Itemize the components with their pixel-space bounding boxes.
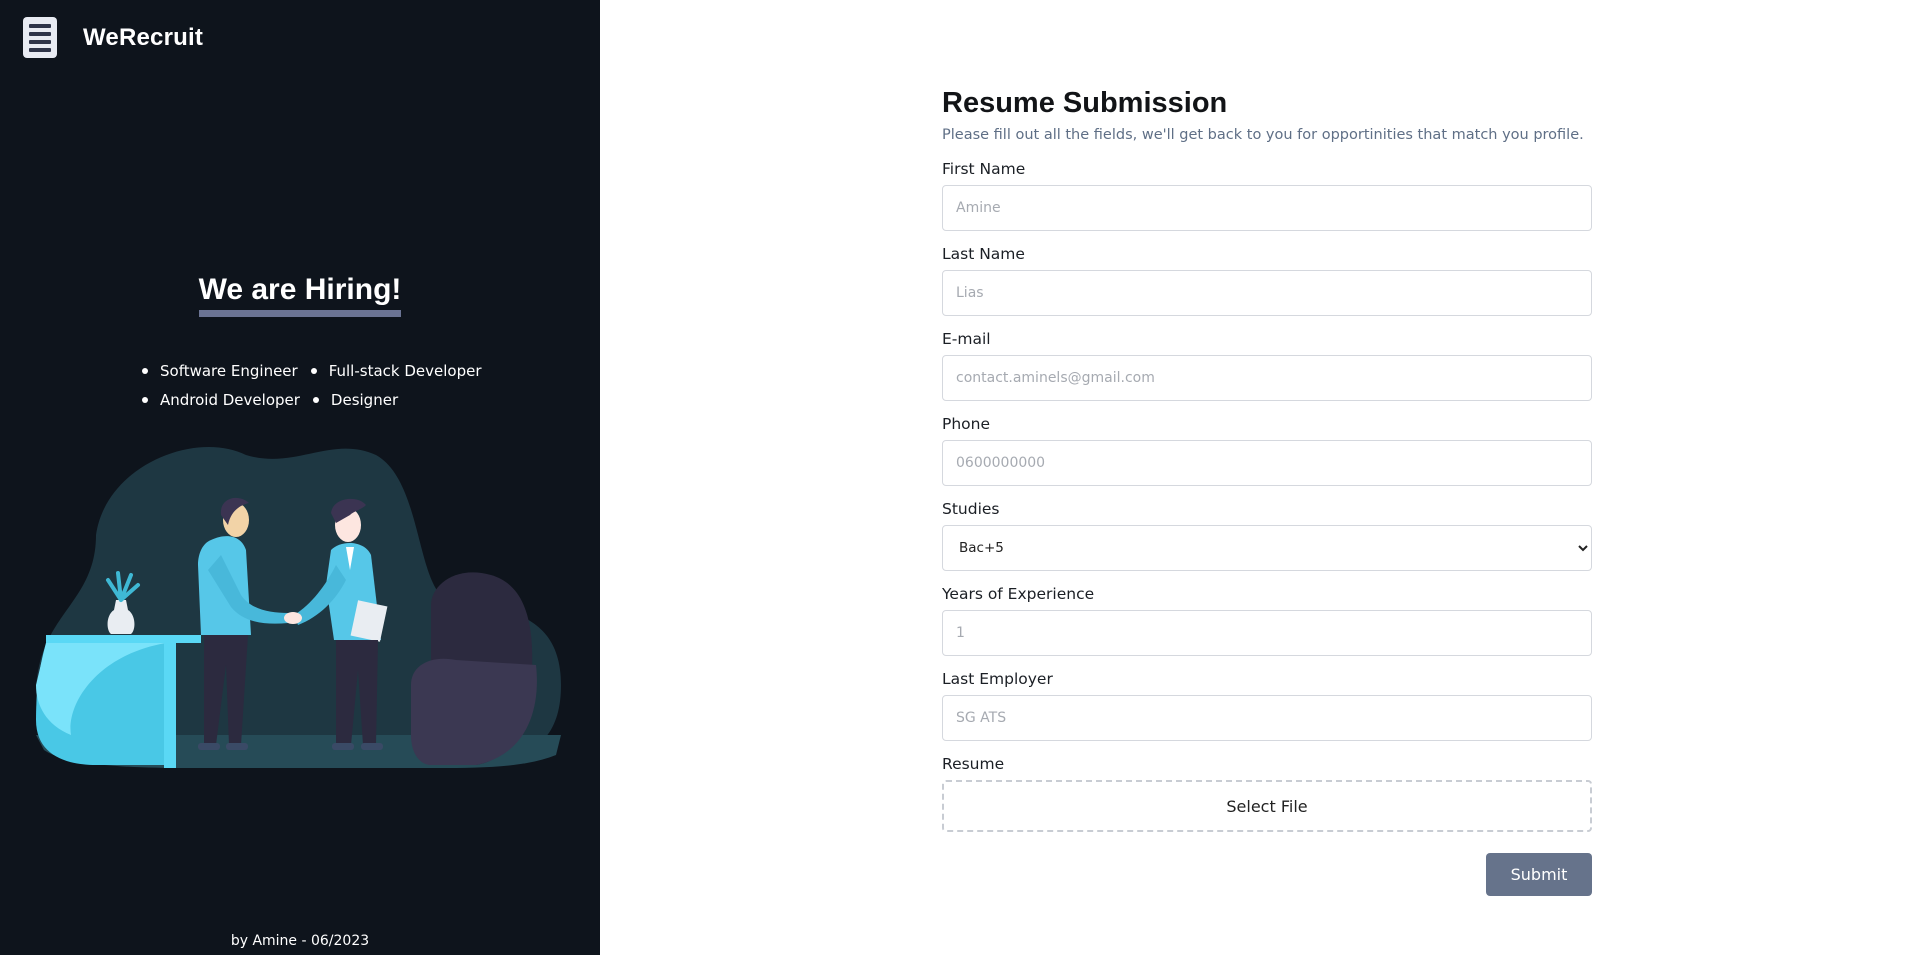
resume-form: Resume Submission Please fill out all th… [942,86,1592,896]
last-name-label: Last Name [942,245,1025,263]
submit-button[interactable]: Submit [1486,853,1592,896]
handshake-hands [284,612,302,624]
studies-select[interactable]: Bac+5 [942,525,1592,571]
hiring-heading: We are Hiring! [0,272,600,317]
role-item: Designer [313,390,398,410]
form-subtitle: Please fill out all the fields, we'll ge… [942,127,1584,143]
experience-label: Years of Experience [942,585,1095,603]
footer-credit: by Amine - 06/2023 [230,933,370,949]
page-title: Resume Submission [942,87,1228,119]
phone-input[interactable] [942,440,1592,486]
brand-name: WeRecruit [83,23,204,51]
role-item: Software Engineer [142,361,298,381]
employer-input[interactable] [942,695,1592,741]
role-item: Full-stack Developer [311,361,482,381]
first-name-input[interactable] [942,185,1592,231]
hiring-title: We are Hiring! [198,272,402,317]
resume-file-dropzone[interactable]: Select File [942,780,1592,832]
document-lines-icon [23,17,57,58]
email-input[interactable] [942,355,1592,401]
brand[interactable]: WeRecruit [23,17,203,58]
roles-list: Software Engineer Full-stack Developer A… [142,361,522,410]
man-right-shoe [332,743,354,750]
hero-panel: WeRecruit We are Hiring! Software Engine… [0,0,600,955]
email-label: E-mail [942,330,991,348]
role-item: Android Developer [142,390,300,410]
first-name-label: First Name [942,160,1026,178]
experience-input[interactable] [942,610,1592,656]
last-name-input[interactable] [942,270,1592,316]
handshake-illustration [36,446,561,768]
resume-label: Resume [942,755,1005,773]
submit-row: Submit [942,853,1592,896]
man-left-shoe [198,743,220,750]
desk-top [46,635,201,643]
select-file-label: Select File [1226,796,1308,816]
studies-label: Studies [942,500,1000,518]
man-right-shoe [361,743,383,750]
employer-label: Last Employer [942,670,1053,688]
phone-label: Phone [942,415,991,433]
man-left-shoe [226,743,248,750]
desk-leg [164,643,176,768]
